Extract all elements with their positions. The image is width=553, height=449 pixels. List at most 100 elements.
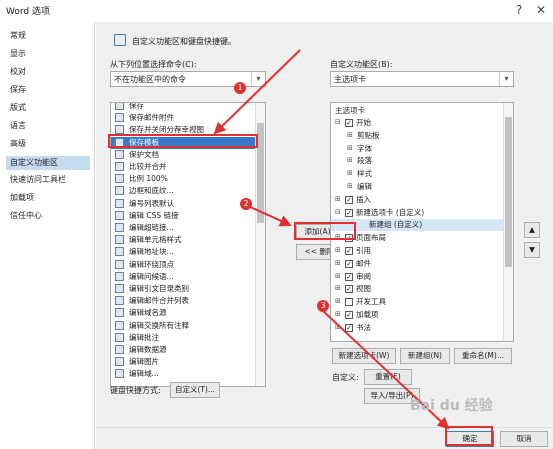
- command-list-item[interactable]: 编辑超链接...: [111, 222, 257, 234]
- sidebar-item[interactable]: 信任中心: [10, 210, 42, 221]
- move-down-button[interactable]: ▼: [524, 242, 540, 258]
- tab-checkbox[interactable]: ✓: [345, 247, 353, 255]
- ribbon-tree-item[interactable]: ⊞ ✓ 邮件: [331, 258, 503, 270]
- tab-checkbox[interactable]: ✓: [345, 259, 353, 268]
- tree-item-label: 引用: [356, 246, 371, 255]
- ribbon-tree-item[interactable]: ⊞ 开发工具: [331, 296, 503, 308]
- tab-checkbox[interactable]: ✓: [345, 195, 353, 204]
- ribbon-tree-item[interactable]: ⊞ 段落: [331, 155, 503, 167]
- expand-icon[interactable]: ⊞: [335, 195, 341, 203]
- tree-item-label: 页面布局: [356, 233, 386, 243]
- expand-icon[interactable]: ⊟: [335, 208, 341, 216]
- tab-checkbox[interactable]: ✓: [345, 119, 353, 127]
- sidebar-item[interactable]: 自定义功能区: [6, 156, 90, 170]
- sidebar-item[interactable]: 校对: [10, 66, 26, 77]
- tab-checkbox[interactable]: ✓: [345, 272, 353, 281]
- tab-checkbox[interactable]: ✓: [345, 323, 353, 332]
- sidebar-item[interactable]: 显示: [10, 48, 26, 59]
- expand-icon[interactable]: ⊞: [347, 156, 353, 164]
- sidebar-item[interactable]: 加载项: [10, 192, 34, 203]
- ribbon-tree-item[interactable]: ⊞ ✓ 插入: [331, 194, 503, 206]
- command-label: 比较并合并: [129, 162, 167, 171]
- command-list-item[interactable]: 保护文档: [111, 149, 257, 161]
- command-label: 编辑交换所有注释: [129, 320, 189, 330]
- cancel-button[interactable]: 取消: [500, 431, 548, 447]
- move-up-button[interactable]: ▲: [524, 222, 540, 238]
- command-list-item[interactable]: 保存邮件附件: [111, 112, 257, 124]
- command-list-item[interactable]: 编辑引文目录类别: [111, 283, 257, 295]
- command-list-item[interactable]: 编辑单元格样式: [111, 234, 257, 246]
- expand-icon[interactable]: ⊞: [335, 310, 341, 318]
- choose-commands-value: 不在功能区中的命令: [114, 75, 186, 84]
- command-list-item[interactable]: 编辑 CSS 链接: [111, 210, 257, 222]
- help-button[interactable]: ?: [510, 2, 528, 18]
- expand-icon[interactable]: ⊞: [335, 284, 341, 292]
- tree-item-label: 新建选项卡 (自定义): [356, 207, 425, 217]
- command-list-item[interactable]: 编辑环绕顶点: [111, 259, 257, 271]
- command-list-item[interactable]: 保存: [111, 103, 257, 112]
- command-list-item[interactable]: 编辑问候语...: [111, 271, 257, 283]
- ribbon-tree-item[interactable]: ⊞ ✓ 视图: [331, 283, 503, 295]
- expand-icon[interactable]: ⊞: [335, 297, 341, 305]
- tree-scrollbar[interactable]: [503, 103, 513, 341]
- command-list-item[interactable]: 编辑批注: [111, 332, 257, 344]
- command-label: 保存邮件附件: [129, 113, 174, 123]
- expand-icon[interactable]: ⊞: [335, 246, 341, 254]
- rename-button[interactable]: 重命名(M)...: [454, 348, 512, 364]
- command-list-item[interactable]: 编辑交换所有注释: [111, 320, 257, 332]
- expand-icon[interactable]: ⊞: [335, 272, 341, 280]
- command-list-item[interactable]: 编辑邮件合并列表: [111, 295, 257, 307]
- tab-checkbox[interactable]: [345, 298, 353, 307]
- tab-checkbox[interactable]: ✓: [345, 311, 353, 319]
- command-list-item[interactable]: 编号列表默认: [111, 198, 257, 210]
- tab-checkbox[interactable]: ✓: [345, 285, 353, 294]
- new-group-button[interactable]: 新建组(N): [400, 348, 450, 364]
- command-list-item[interactable]: 比较并合并: [111, 161, 257, 173]
- sidebar-item[interactable]: 常规: [10, 30, 26, 41]
- expand-icon[interactable]: ⊟: [335, 118, 341, 126]
- ribbon-tree-item[interactable]: ⊞ ✓ 引用: [331, 245, 503, 257]
- tree-header: 主选项卡: [335, 106, 365, 115]
- ribbon-tree-item[interactable]: ⊞ ✓ 审阅: [331, 271, 503, 283]
- ribbon-tree-item[interactable]: 新建组 (自定义): [331, 219, 503, 232]
- ribbon-tree-item[interactable]: ⊞ ✓ 加载项: [331, 309, 503, 321]
- expand-icon[interactable]: ⊞: [347, 131, 353, 139]
- command-list-item[interactable]: 编辑域...: [111, 368, 257, 380]
- sidebar-item[interactable]: 高级: [10, 138, 26, 149]
- command-icon: [115, 296, 124, 306]
- ribbon-tree-item[interactable]: ⊟ ✓ 开始: [331, 117, 503, 129]
- command-list-item[interactable]: 编辑数据源: [111, 344, 257, 356]
- command-list-item[interactable]: 编辑域名源: [111, 307, 257, 319]
- expand-icon[interactable]: ⊞: [347, 169, 353, 177]
- ribbon-tree-item[interactable]: ⊞ 编辑: [331, 181, 503, 193]
- sidebar-item[interactable]: 保存: [10, 84, 26, 95]
- expand-icon[interactable]: ⊞: [347, 182, 353, 190]
- tab-checkbox[interactable]: ✓: [345, 208, 353, 217]
- sidebar-item[interactable]: 语言: [10, 120, 26, 131]
- ribbon-tree[interactable]: 主选项卡 ⊟ ✓ 开始 ⊞ 剪贴板 ⊞ 字体 ⊞ 段落 ⊞ 样式 ⊞ 编辑 ⊞ ✓ 插入 ⊟ ✓ 新建选项卡 (自定…: [330, 102, 514, 342]
- ribbon-tree-item[interactable]: ⊞ ✓ 页面布局: [331, 232, 503, 244]
- keyboard-customize-button[interactable]: 自定义(T)...: [170, 382, 220, 398]
- reset-button[interactable]: 重置(E): [364, 369, 412, 385]
- sidebar-item[interactable]: 版式: [10, 102, 26, 113]
- command-list-item[interactable]: 比例 100%: [111, 173, 257, 185]
- command-list-item[interactable]: 编辑图片: [111, 356, 257, 368]
- new-tab-button[interactable]: 新建选项卡(W): [332, 348, 396, 364]
- expand-icon[interactable]: ⊞: [335, 323, 341, 331]
- expand-icon[interactable]: ⊞: [335, 259, 341, 267]
- command-label: 编辑地址块...: [129, 247, 174, 257]
- command-list-item[interactable]: 编辑地址块...: [111, 246, 257, 258]
- ribbon-tree-item[interactable]: ⊞ 剪贴板: [331, 130, 503, 142]
- command-icon: [115, 186, 124, 196]
- ribbon-tree-item[interactable]: ⊟ ✓ 新建选项卡 (自定义): [331, 207, 503, 219]
- expand-icon[interactable]: ⊞: [347, 144, 353, 152]
- close-button[interactable]: ✕: [532, 2, 550, 18]
- command-list-item[interactable]: 边框和底纹...: [111, 185, 257, 197]
- highlight-selected-command: [108, 134, 258, 148]
- command-icon: [115, 332, 124, 342]
- ribbon-tree-item[interactable]: ⊞ 样式: [331, 168, 503, 180]
- customize-ribbon-select[interactable]: 主选项卡 ▾: [330, 71, 514, 87]
- ribbon-tree-item[interactable]: ⊞ ✓ 书法: [331, 322, 503, 334]
- ribbon-tree-item[interactable]: ⊞ 字体: [331, 143, 503, 155]
- sidebar-item[interactable]: 快速访问工具栏: [10, 174, 66, 185]
